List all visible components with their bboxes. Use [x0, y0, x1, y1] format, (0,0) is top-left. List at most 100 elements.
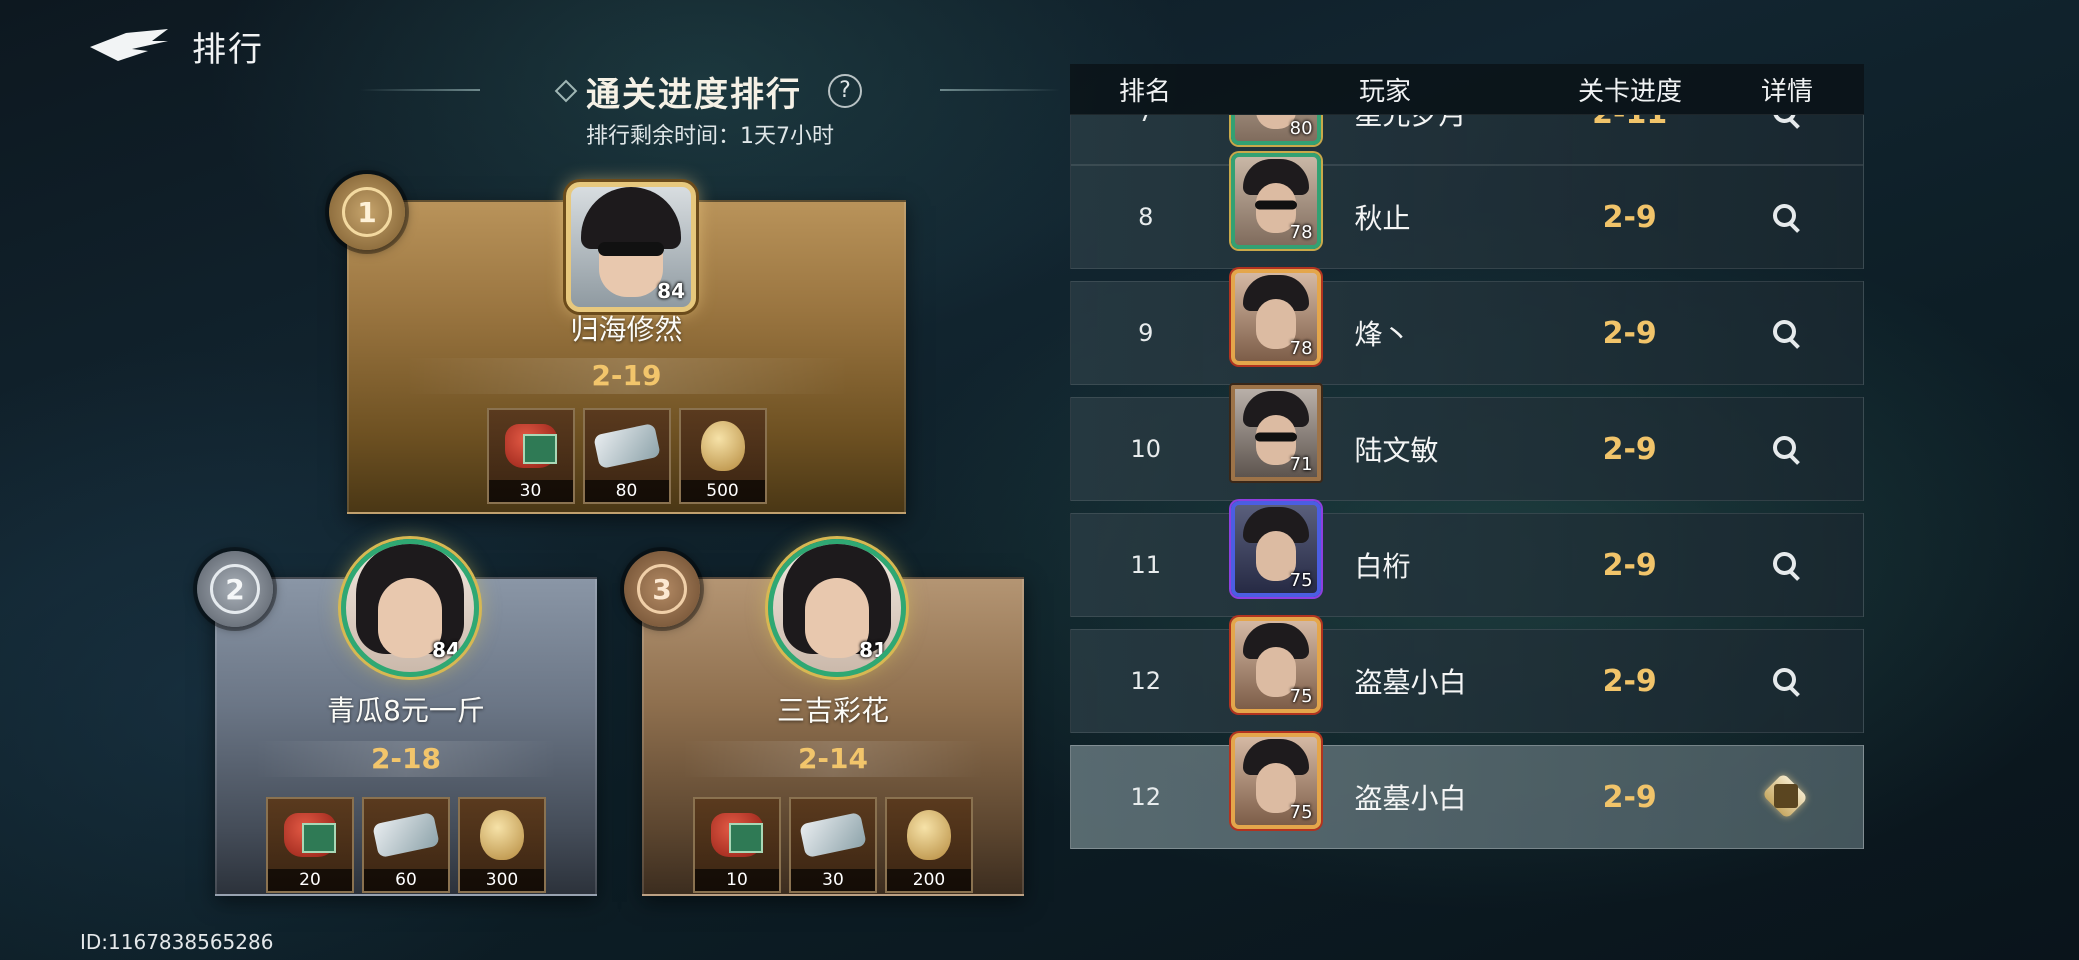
avatar[interactable]: 71 [1230, 385, 1321, 481]
egg-icon [700, 421, 745, 471]
avatar[interactable]: 81 [768, 539, 906, 677]
row-detail [1709, 318, 1863, 348]
player-progress: 2-19 [404, 358, 849, 394]
reward-list: 10 30 200 [693, 797, 973, 893]
reward-count: 80 [584, 480, 669, 502]
row-detail [1709, 666, 1863, 696]
row-rank: 8 [1138, 203, 1154, 231]
row-rank: 10 [1130, 435, 1162, 463]
reward-item[interactable]: 30 [486, 408, 575, 504]
red-pouch-icon [711, 813, 763, 857]
avatar[interactable]: 75 [1230, 733, 1321, 829]
avatar-glasses [1254, 432, 1297, 442]
reward-count: 10 [695, 869, 779, 891]
search-icon[interactable] [1771, 434, 1801, 464]
rank-medal-gold: 1 [329, 174, 405, 250]
rank-medal-silver: 2 [197, 551, 273, 627]
avatar[interactable]: 84 [341, 539, 479, 677]
player-progress: 2-14 [681, 741, 985, 777]
red-pouch-icon [504, 424, 557, 468]
row-progress: 2-9 [1602, 199, 1657, 235]
reward-count: 60 [364, 869, 448, 891]
row-player: 75 白桁 [1221, 501, 1550, 597]
player-level: 78 [1289, 338, 1313, 359]
reward-item[interactable]: 20 [266, 797, 354, 893]
podium-first[interactable]: 1 84 归海修然 2-19 30 80 500 [329, 174, 906, 514]
table-row[interactable]: 12 75 盗墓小白 2-9 [1070, 617, 1864, 733]
gift-icon[interactable] [1757, 771, 1815, 823]
row-rank: 12 [1130, 667, 1162, 695]
reward-item[interactable]: 30 [789, 797, 877, 893]
table-row[interactable]: 10 71 陆文敏 2-9 [1070, 385, 1864, 501]
header-player: 玩家 [1358, 76, 1411, 107]
row-player: 78 烽丶 [1221, 269, 1550, 365]
table-row[interactable]: 7 80 星光岁月 2-11 [1070, 115, 1864, 165]
row-rank: 7 [1071, 115, 1221, 127]
row-rank: 12 [1130, 783, 1162, 811]
reward-item[interactable]: 10 [693, 797, 781, 893]
rank-medal-bronze: 3 [624, 551, 700, 627]
header-rank: 排名 [1118, 76, 1171, 107]
avatar-glasses [1254, 200, 1297, 210]
avatar[interactable]: 75 [1230, 501, 1321, 597]
avatar[interactable]: 78 [1230, 269, 1321, 365]
search-icon[interactable] [1771, 666, 1801, 696]
row-player: 75 盗墓小白 [1221, 733, 1550, 829]
avatar-glasses [598, 242, 664, 257]
table-row[interactable]: 9 78 烽丶 2-9 [1070, 269, 1864, 385]
podium-second[interactable]: 2 84 青瓜8元一斤 2-18 20 60 300 [197, 539, 597, 896]
row-player: 71 陆文敏 [1221, 385, 1550, 481]
search-icon[interactable] [1771, 202, 1801, 232]
reward-item[interactable]: 500 [678, 408, 767, 504]
table-row-self[interactable]: 12 75 盗墓小白 2-9 [1070, 733, 1864, 849]
player-name: 盗墓小白 [1354, 782, 1467, 815]
player-level: 81 [859, 638, 887, 662]
player-id: ID:1167838565286 [80, 930, 274, 954]
reward-item[interactable]: 80 [582, 408, 671, 504]
player-progress: 2-18 [254, 741, 558, 777]
search-icon[interactable] [1771, 318, 1801, 348]
table-row[interactable]: 8 78 秋止 2-9 [1070, 153, 1864, 269]
avatar[interactable]: 78 [1230, 153, 1321, 249]
scroll-icon [592, 422, 661, 470]
header-progress: 关卡进度 [1577, 76, 1682, 107]
row-rank: 9 [1138, 319, 1154, 347]
ranking-table[interactable]: 排名 玩家 关卡进度 详情 7 80 星光岁月 2-11 8 78 秋止 2-9 9 78 烽丶 2-… [1070, 64, 1864, 876]
row-progress: 2-9 [1602, 547, 1657, 583]
podium-third[interactable]: 3 81 三吉彩花 2-14 10 30 200 [624, 539, 1024, 896]
header-detail: 详情 [1760, 76, 1813, 107]
player-name: 秋止 [1354, 202, 1411, 235]
table-rows[interactable]: 7 80 星光岁月 2-11 8 78 秋止 2-9 9 78 烽丶 2-9 10 71 陆文敏 2-9 11 7… [1070, 115, 1864, 881]
player-name: 白桁 [1354, 550, 1411, 583]
avatar[interactable]: 84 [566, 182, 696, 312]
row-detail [1709, 115, 1863, 128]
ranking-title: 通关进度排行 [586, 74, 802, 115]
egg-icon [907, 810, 951, 860]
row-detail [1709, 202, 1863, 232]
row-detail [1709, 771, 1863, 823]
search-icon[interactable] [1771, 115, 1801, 128]
table-row[interactable]: 11 75 白桁 2-9 [1070, 501, 1864, 617]
player-name: 归海修然 [570, 313, 683, 346]
row-detail [1709, 550, 1863, 580]
row-player: 80 星光岁月 [1221, 115, 1550, 145]
player-level: 84 [657, 279, 685, 303]
row-progress: 2-9 [1602, 315, 1657, 351]
ranking-title-bar: 通关进度排行 ? [360, 66, 1060, 116]
avatar[interactable]: 75 [1230, 617, 1321, 713]
medal-number: 3 [637, 564, 687, 614]
row-progress: 2-9 [1602, 663, 1657, 699]
medal-number: 2 [210, 564, 260, 614]
reward-item[interactable]: 300 [458, 797, 546, 893]
search-icon[interactable] [1771, 550, 1801, 580]
player-level: 80 [1289, 118, 1313, 139]
avatar[interactable]: 80 [1230, 115, 1321, 145]
help-button[interactable]: ? [828, 74, 862, 108]
reward-count: 200 [887, 869, 971, 891]
diamond-icon [554, 79, 578, 103]
back-arrow-icon[interactable] [88, 27, 170, 67]
reward-item[interactable]: 60 [362, 797, 450, 893]
row-progress: 2-11 [1550, 115, 1710, 131]
player-name: 星光岁月 [1355, 115, 1467, 133]
reward-item[interactable]: 200 [885, 797, 973, 893]
